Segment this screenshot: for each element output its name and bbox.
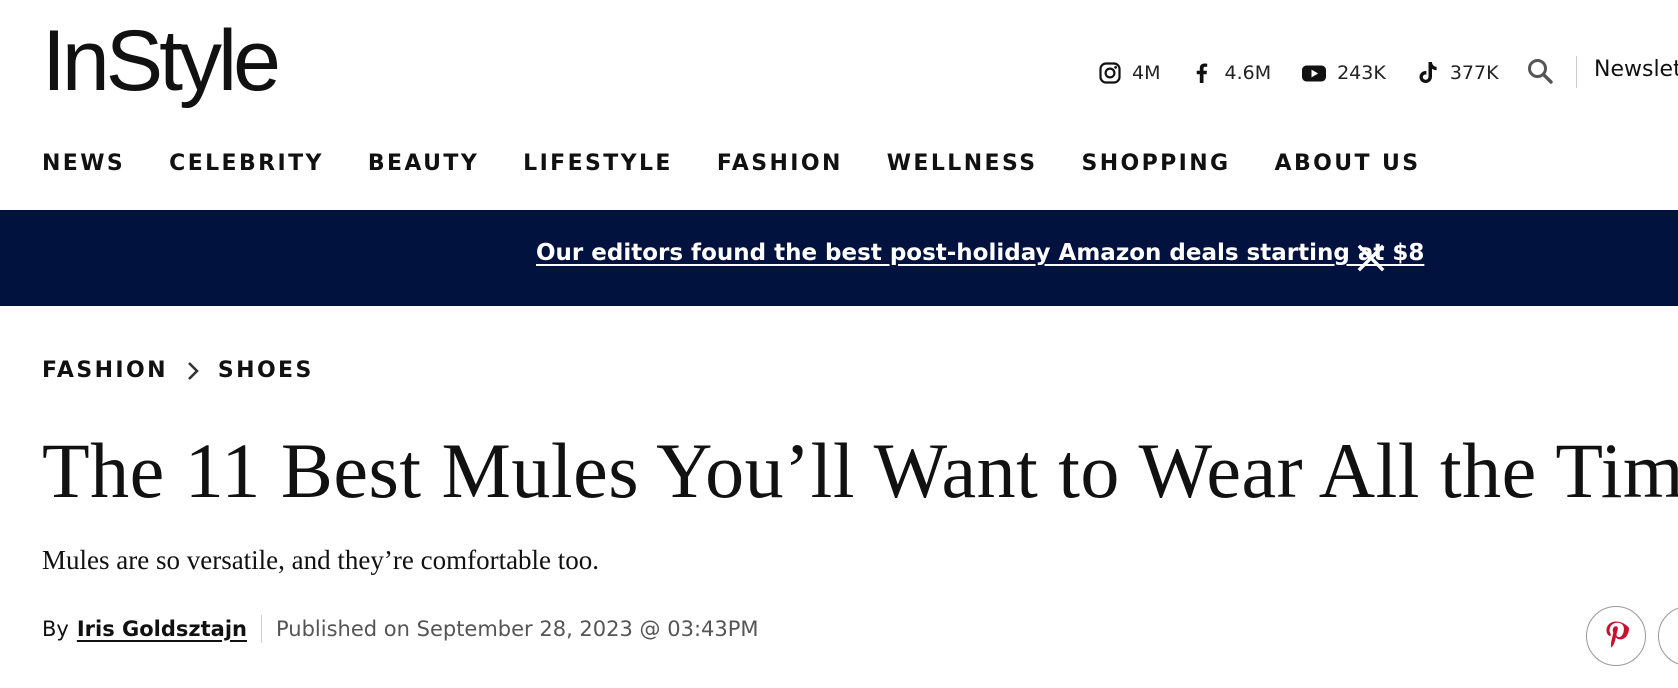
nav-item-news[interactable]: NEWS [42, 151, 125, 176]
breadcrumb-shoes[interactable]: SHOES [218, 358, 314, 383]
promo-banner: Our editors found the best post-holiday … [0, 210, 1678, 306]
facebook-count: 4.6M [1224, 62, 1272, 84]
nav-item-about-us[interactable]: ABOUT US [1275, 151, 1421, 176]
site-header: InStyle 4M 4.6M 243K 377K Newslet [0, 0, 1678, 140]
instagram-link[interactable]: 4M [1098, 61, 1160, 85]
tiktok-link[interactable]: 377K [1416, 60, 1499, 86]
close-icon [1356, 244, 1386, 277]
article-subtitle: Mules are so versatile, and they’re comf… [42, 545, 600, 575]
tiktok-icon [1416, 60, 1440, 86]
social-links: 4M 4.6M 243K 377K [1098, 56, 1529, 90]
nav-item-beauty[interactable]: BEAUTY [368, 151, 479, 176]
header-divider [1576, 56, 1577, 88]
youtube-icon [1301, 61, 1327, 85]
article-title: The 11 Best Mules You’ll Want to Wear Al… [42, 427, 1678, 514]
instyle-logo[interactable]: InStyle [42, 18, 281, 104]
published-date: Published on September 28, 2023 @ 03:43P… [276, 617, 759, 641]
pinterest-icon [1603, 619, 1629, 653]
main-nav: NEWS CELEBRITY BEAUTY LIFESTYLE FASHION … [42, 151, 1464, 176]
banner-close-button[interactable] [1356, 243, 1386, 273]
facebook-icon [1190, 61, 1214, 85]
instagram-count: 4M [1132, 62, 1161, 84]
tiktok-count: 377K [1449, 62, 1499, 84]
search-icon [1526, 57, 1554, 89]
byline-divider [261, 615, 262, 643]
instagram-icon [1098, 61, 1122, 85]
search-button[interactable] [1524, 57, 1556, 89]
pinterest-share-button[interactable] [1586, 606, 1646, 666]
youtube-link[interactable]: 243K [1301, 61, 1386, 85]
share-button[interactable] [1658, 606, 1678, 666]
promo-banner-link[interactable]: Our editors found the best post-holiday … [536, 240, 1424, 266]
nav-item-lifestyle[interactable]: LIFESTYLE [523, 151, 673, 176]
breadcrumb-fashion[interactable]: FASHION [42, 358, 168, 383]
by-label: By [42, 617, 69, 641]
author-link[interactable]: Iris Goldsztajn [77, 617, 247, 641]
youtube-count: 243K [1337, 62, 1386, 84]
newsletter-link[interactable]: Newsletter [1594, 57, 1678, 82]
facebook-link[interactable]: 4.6M [1190, 61, 1271, 85]
breadcrumb: FASHION SHOES [42, 358, 314, 383]
nav-item-wellness[interactable]: WELLNESS [887, 151, 1038, 176]
nav-item-fashion[interactable]: FASHION [717, 151, 843, 176]
nav-item-celebrity[interactable]: CELEBRITY [169, 151, 324, 176]
article-byline: By Iris Goldsztajn Published on Septembe… [42, 614, 759, 644]
chevron-right-icon [186, 360, 200, 382]
nav-item-shopping[interactable]: SHOPPING [1081, 151, 1230, 176]
